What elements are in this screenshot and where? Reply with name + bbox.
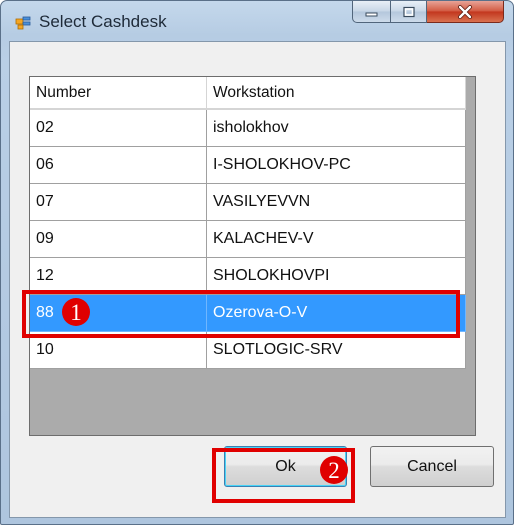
cell-workstation: SHOLOKHOVPI xyxy=(207,258,466,295)
window-controls xyxy=(352,1,504,25)
column-header-number[interactable]: Number xyxy=(30,77,207,109)
close-icon xyxy=(458,4,472,19)
window-title: Select Cashdesk xyxy=(39,12,167,31)
table-row[interactable]: 07 VASILYEVVN xyxy=(30,184,466,221)
table-row-selected[interactable]: 88 Ozerova-O-V xyxy=(30,295,466,332)
column-header-workstation[interactable]: Workstation xyxy=(207,77,466,109)
table-row[interactable]: 09 KALACHEV-V xyxy=(30,221,466,258)
cell-workstation: I-SHOLOKHOV-PC xyxy=(207,147,466,184)
maximize-button[interactable] xyxy=(391,1,427,23)
cancel-button-label: Cancel xyxy=(407,457,457,475)
app-icon xyxy=(15,16,31,30)
close-button[interactable] xyxy=(427,1,504,23)
grid-header: Number Workstation xyxy=(30,77,466,110)
cell-number: 88 xyxy=(30,295,207,332)
cancel-button[interactable]: Cancel xyxy=(370,446,494,487)
dialog-body: Number Workstation 02 isholokhov 06 I-SH… xyxy=(9,41,506,518)
select-cashdesk-dialog: Select Cashdesk Number Workstation 02 is… xyxy=(0,0,514,525)
table-row[interactable]: 02 isholokhov xyxy=(30,110,466,147)
cell-workstation: Ozerova-O-V xyxy=(207,295,466,332)
title-bar[interactable]: Select Cashdesk xyxy=(1,1,513,41)
step-2-badge: 2 xyxy=(320,456,348,484)
cell-workstation: KALACHEV-V xyxy=(207,221,466,258)
table-row[interactable]: 06 I-SHOLOKHOV-PC xyxy=(30,147,466,184)
cell-number: 10 xyxy=(30,332,207,369)
step-1-badge: 1 xyxy=(62,298,90,326)
cell-number: 09 xyxy=(30,221,207,258)
minimize-icon xyxy=(365,12,377,16)
maximize-icon xyxy=(402,6,415,17)
cell-number: 02 xyxy=(30,110,207,147)
cell-workstation: isholokhov xyxy=(207,110,466,147)
table-row[interactable]: 10 SLOTLOGIC-SRV xyxy=(30,332,466,369)
cell-number: 12 xyxy=(30,258,207,295)
cashdesk-grid[interactable]: Number Workstation 02 isholokhov 06 I-SH… xyxy=(29,76,476,436)
minimize-button[interactable] xyxy=(352,1,391,23)
cell-workstation: SLOTLOGIC-SRV xyxy=(207,332,466,369)
table-row[interactable]: 12 SHOLOKHOVPI xyxy=(30,258,466,295)
cell-number: 06 xyxy=(30,147,207,184)
cell-workstation: VASILYEVVN xyxy=(207,184,466,221)
ok-button-label: Ok xyxy=(275,457,296,475)
cell-number: 07 xyxy=(30,184,207,221)
